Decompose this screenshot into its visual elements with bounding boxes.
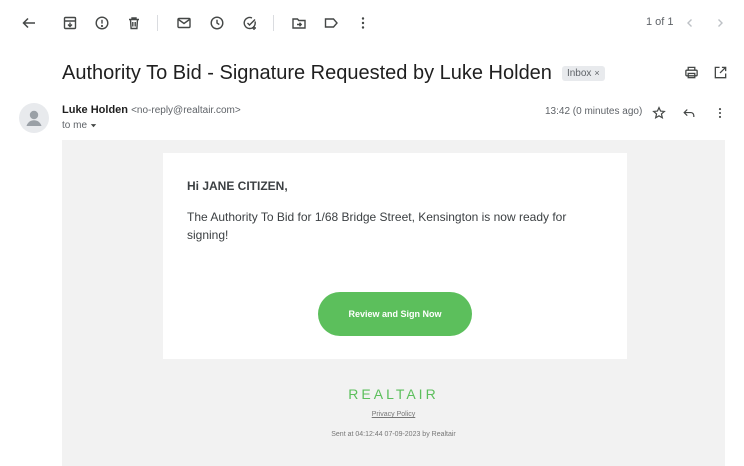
recipient-details-toggle[interactable]: to me: [62, 120, 98, 131]
sender-email: <no-reply@realtair.com>: [131, 105, 241, 116]
email-message: The Authority To Bid for 1/68 Bridge Str…: [187, 210, 567, 242]
more-vert-icon[interactable]: [352, 12, 374, 34]
back-arrow-icon[interactable]: [18, 12, 40, 34]
message-toolbar: 1 of 1: [0, 0, 744, 46]
older-chevron-right-icon[interactable]: [711, 13, 729, 33]
sender-line: Luke Holden <no-reply@realtair.com>: [62, 104, 241, 116]
labels-icon[interactable]: [320, 12, 342, 34]
pagination-count: 1 of 1: [646, 16, 674, 28]
star-icon[interactable]: [649, 103, 669, 123]
open-in-new-window-icon[interactable]: [710, 62, 730, 82]
delete-icon[interactable]: [123, 12, 145, 34]
privacy-policy-link[interactable]: Privacy Policy: [372, 411, 416, 418]
caret-down-icon: [90, 124, 97, 128]
print-icon[interactable]: [681, 62, 701, 82]
label-text: Inbox: [566, 67, 592, 79]
toolbar-divider: [157, 15, 158, 31]
archive-icon[interactable]: [59, 12, 81, 34]
newer-chevron-left-icon[interactable]: [681, 13, 699, 33]
message-more-vert-icon[interactable]: [710, 103, 730, 123]
remove-label-close-icon[interactable]: ×: [594, 68, 599, 78]
realtair-logo[interactable]: REALTAIR: [62, 386, 725, 402]
sender-avatar[interactable]: [19, 103, 49, 133]
footer-privacy: Privacy Policy: [62, 411, 725, 418]
email-subject: Authority To Bid - Signature Requested b…: [62, 61, 552, 84]
add-to-tasks-icon[interactable]: [239, 12, 261, 34]
move-to-icon[interactable]: [288, 12, 310, 34]
review-and-sign-button[interactable]: Review and Sign Now: [318, 292, 472, 336]
sender-name[interactable]: Luke Holden: [62, 104, 128, 116]
reply-icon[interactable]: [679, 103, 699, 123]
email-body: Hi JANE CITIZEN, The Authority To Bid fo…: [62, 140, 725, 466]
toolbar-divider: [273, 15, 274, 31]
subject-row: Authority To Bid - Signature Requested b…: [62, 58, 605, 88]
message-timestamp: 13:42 (0 minutes ago): [545, 106, 643, 117]
mark-unread-icon[interactable]: [173, 12, 195, 34]
report-spam-icon[interactable]: [91, 12, 113, 34]
snooze-icon[interactable]: [206, 12, 228, 34]
email-card: Hi JANE CITIZEN, The Authority To Bid fo…: [163, 153, 627, 359]
email-greeting: Hi JANE CITIZEN,: [187, 179, 288, 193]
sent-info: Sent at 04:12:44 07-09-2023 by Realtair: [331, 431, 456, 438]
inbox-label-chip[interactable]: Inbox ×: [561, 65, 605, 81]
recipient-text: to me: [62, 120, 88, 131]
person-icon: [26, 110, 42, 126]
